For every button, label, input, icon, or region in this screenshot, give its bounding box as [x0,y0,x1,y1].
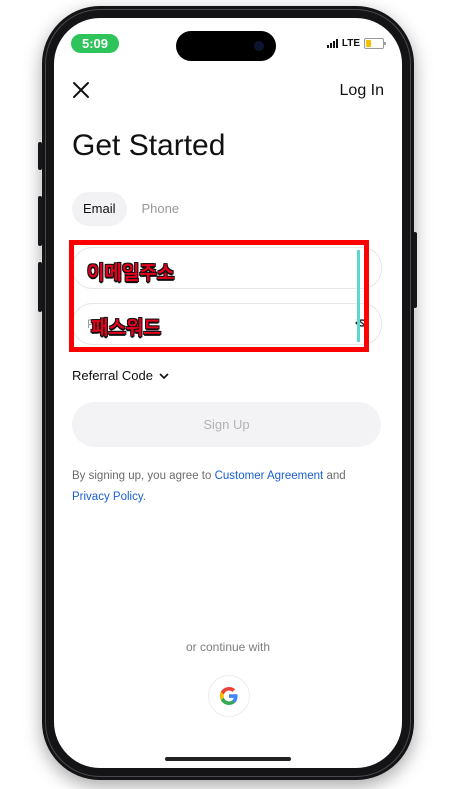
continue-with-label: or continue with [185,640,271,654]
dynamic-island [176,31,276,61]
google-signin-button[interactable] [208,675,250,717]
terms-text: By signing up, you agree to Customer Agr… [72,466,384,508]
terms-middle: and [323,470,346,482]
privacy-policy-link[interactable]: Privacy Policy [72,491,143,503]
signup-method-tabs: Email Phone [72,192,190,226]
status-time: 5:09 [71,34,119,53]
referral-code-label: Referral Code [72,368,153,383]
status-icons: LTE [326,36,386,50]
referral-code-toggle[interactable]: Referral Code [72,368,169,383]
google-icon [219,687,238,705]
email-annotation-label: 이메일주소 [87,263,175,284]
terms-prefix: By signing up, you agree to [72,470,215,482]
close-icon[interactable] [72,81,90,99]
home-indicator[interactable] [165,757,291,761]
tab-email[interactable]: Email [72,192,127,226]
network-label: LTE [341,37,360,49]
terms-suffix: . [142,491,146,503]
tab-phone[interactable]: Phone [131,192,191,226]
phone-frame: 5:09 LTE Log In Get Started Email Phone … [42,6,414,780]
sign-up-button[interactable]: Sign Up [72,402,381,447]
chevron-down-icon [159,368,169,383]
login-link[interactable]: Log In [340,82,384,100]
password-annotation-label: 패스워드 [91,318,161,339]
battery-icon [364,37,386,49]
signal-icon [326,38,338,48]
customer-agreement-link[interactable]: Customer Agreement [215,470,324,482]
page-title: Get Started [72,129,226,162]
phone-screen: 5:09 LTE Log In Get Started Email Phone … [54,18,402,768]
highlight-edge [357,250,360,342]
camera-icon [254,41,264,51]
